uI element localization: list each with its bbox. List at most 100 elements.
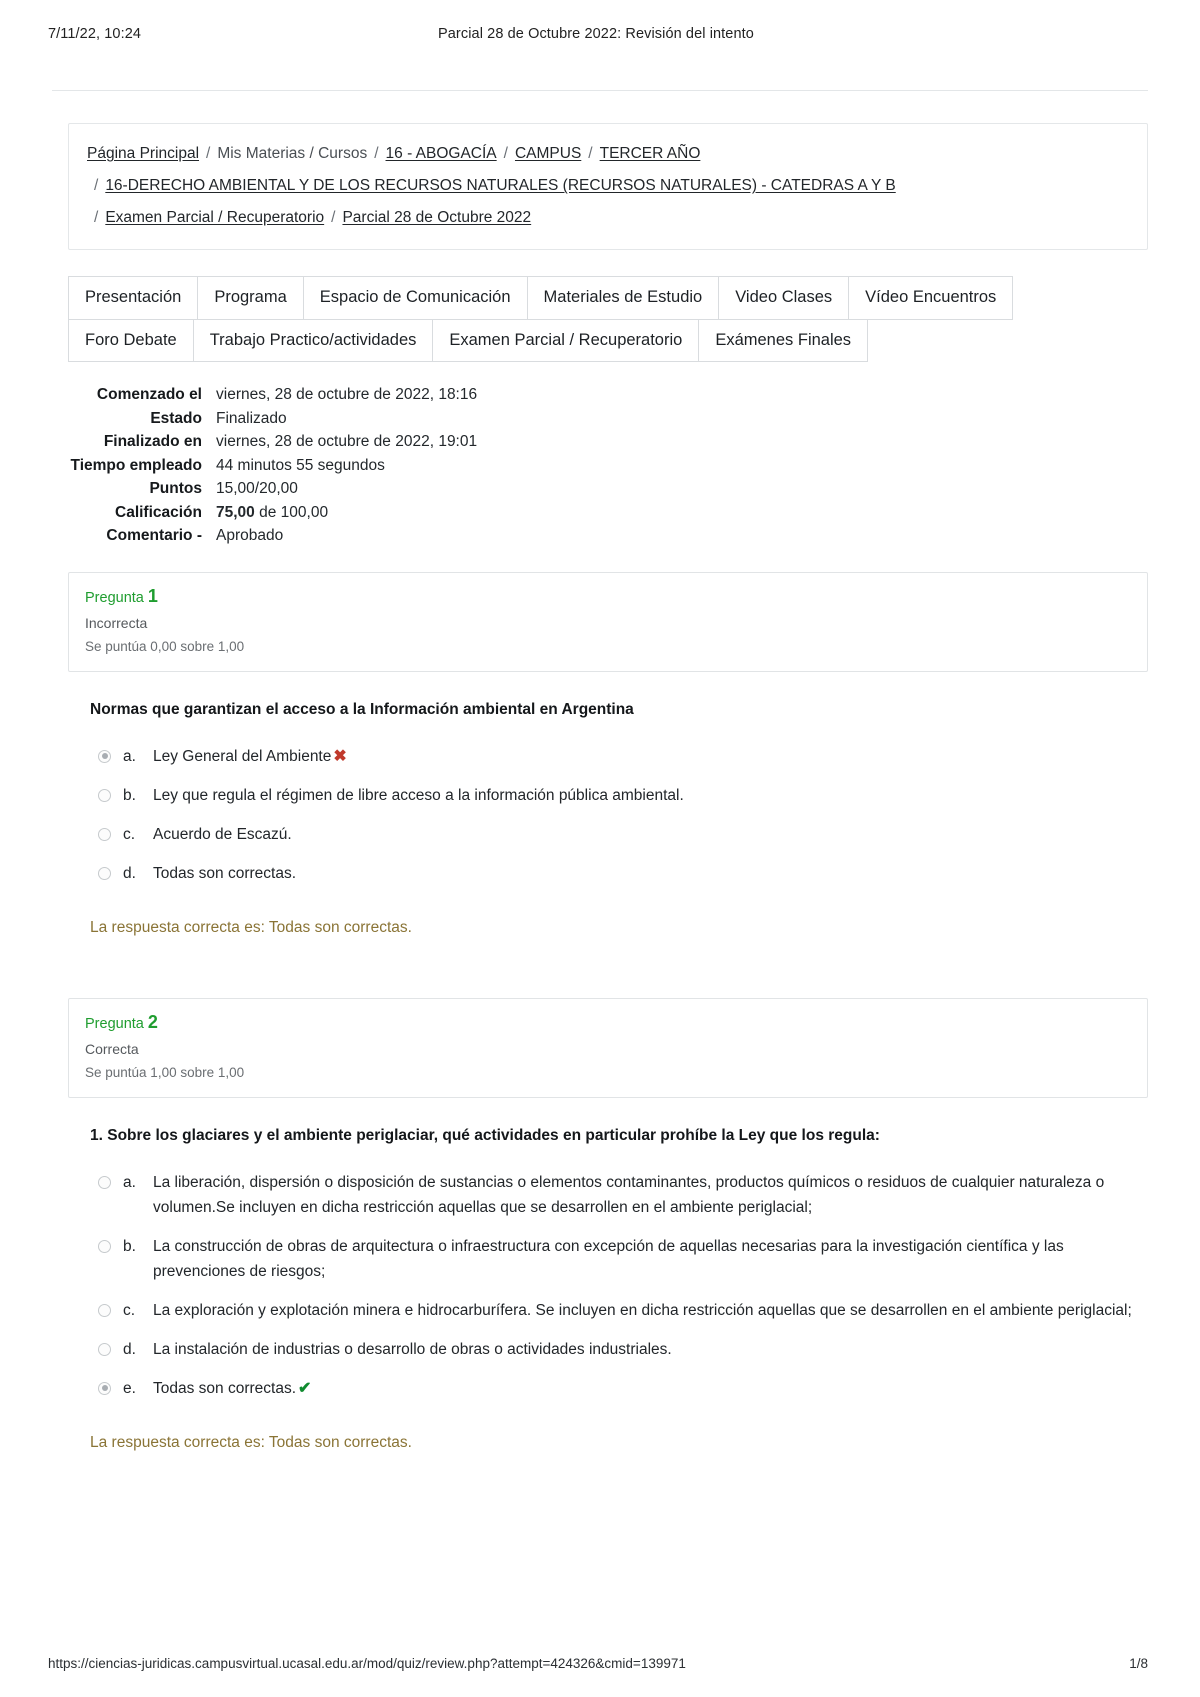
summary-value: 44 minutos 55 segundos	[216, 456, 385, 474]
answer-letter: a.	[123, 1173, 136, 1191]
footer-page-number: 1/8	[1129, 1656, 1148, 1671]
answer-text: La instalación de industrias o desarroll…	[153, 1337, 1148, 1362]
answer-letter: d.	[123, 864, 136, 882]
breadcrumb-separator: /	[588, 145, 593, 162]
question-spacer	[0, 940, 1200, 974]
print-title: Parcial 28 de Octubre 2022: Revisión del…	[438, 26, 754, 42]
print-date: 7/11/22, 10:24	[48, 26, 142, 42]
answer-option[interactable]: c. Acuerdo de Escazú.	[98, 822, 1148, 847]
breadcrumb-separator: /	[94, 177, 99, 194]
radio-button-icon[interactable]	[98, 866, 111, 880]
radio-button-icon[interactable]	[98, 1239, 111, 1253]
question-text-content: Normas que garantizan el acceso a la Inf…	[90, 700, 634, 718]
answer-letter: c.	[123, 1301, 136, 1319]
summary-label: Finalizado en	[103, 433, 202, 450]
answer-text-content: Todas son correctas.	[153, 864, 297, 882]
breadcrumb: Página Principal / Mis Materias / Cursos / 1…	[68, 123, 1148, 250]
answer-option[interactable]: b. La construcción de obras de arquitectu…	[98, 1234, 1148, 1284]
radio-button-icon[interactable]	[98, 1342, 111, 1356]
breadcrumb-link[interactable]: 16-DERECHO AMBIENTAL Y DE LOS RECURSOS N…	[105, 177, 895, 194]
breadcrumb-link[interactable]: Examen Parcial / Recuperatorio	[105, 209, 324, 226]
summary-row: Comenzado el viernes, 28 de octubre de 20…	[68, 383, 1148, 407]
summary-label: Comentario -	[106, 527, 202, 544]
answer-text-content: La exploración y explotación minera e hi…	[153, 1301, 1132, 1319]
summary-row: Calificación 75,00 de 100,00	[68, 501, 1148, 525]
summary-row: Tiempo empleado 44 minutos 55 segundos	[68, 454, 1148, 478]
questions-container: Pregunta 1 Incorrecta Se puntúa 0,00 sobre…	[0, 571, 1200, 1489]
quiz-review-page: 7/11/22, 10:24 Parcial 28 de Octubre 202…	[0, 0, 1200, 1697]
answer-letter: a.	[123, 747, 136, 765]
answer-letter: e.	[123, 1379, 136, 1397]
breadcrumb-link[interactable]: CAMPUS	[515, 145, 581, 162]
answer-option[interactable]: e. Todas son correctas. ✔	[98, 1376, 1148, 1401]
course-tab[interactable]: Video Clases	[718, 276, 850, 320]
attempt-summary: Comenzado el viernes, 28 de octubre de 20…	[68, 383, 1148, 548]
breadcrumb-link[interactable]: Parcial 28 de Octubre 2022	[342, 209, 531, 226]
print-footer: https://ciencias-juridicas.campusvirtual…	[0, 1656, 1200, 1671]
breadcrumb-line-1: Página Principal / Mis Materias / Cursos / 1…	[87, 138, 1129, 170]
course-tabs-row-1: Presentación Programa Espacio de Comunicac…	[68, 276, 1148, 320]
radio-button-icon[interactable]	[98, 1381, 111, 1395]
course-tab[interactable]: Foro Debate	[68, 318, 194, 362]
question-number: Pregunta 1	[85, 586, 1131, 608]
answer-text-content: Ley que regula el régimen de libre acces…	[153, 786, 684, 804]
answer-letter: b.	[123, 786, 136, 804]
question-number: Pregunta 2	[85, 1012, 1131, 1034]
breadcrumb-separator: /	[503, 145, 508, 162]
question-number-label: Pregunta	[85, 1015, 144, 1032]
answer-option[interactable]: b. Ley que regula el régimen de libre acc…	[98, 783, 1148, 808]
answer-text-content: La construcción de obras de arquitectura…	[153, 1237, 1064, 1280]
breadcrumb-link[interactable]: Página Principal	[87, 145, 199, 162]
breadcrumb-link[interactable]: 16 - ABOGACÍA	[386, 145, 497, 162]
answer-text: Todas son correctas.	[153, 861, 1148, 886]
summary-value: Aprobado	[216, 527, 284, 544]
print-header: 7/11/22, 10:24 Parcial 28 de Octubre 202…	[0, 0, 1200, 42]
answer-option[interactable]: d. Todas son correctas.	[98, 861, 1148, 886]
course-tab[interactable]: Exámenes Finales	[698, 318, 869, 362]
answer-text: Acuerdo de Escazú.	[153, 822, 1148, 847]
question-number-value: 2	[147, 1011, 158, 1032]
answer-option[interactable]: a. Ley General del Ambiente ✖	[98, 744, 1148, 769]
incorrect-mark-icon: ✖	[333, 747, 347, 765]
answer-text-content: Ley General del Ambiente	[153, 747, 332, 765]
course-tab[interactable]: Presentación	[68, 276, 199, 320]
answer-options: a. La liberación, dispersión o disposició…	[98, 1170, 1148, 1401]
breadcrumb-link[interactable]: TERCER AÑO	[600, 145, 701, 162]
radio-button-icon[interactable]	[98, 749, 111, 763]
summary-row: Finalizado en viernes, 28 de octubre de 2…	[68, 430, 1148, 454]
answer-text: La liberación, dispersión o disposición …	[153, 1170, 1148, 1220]
breadcrumb-line-2: / 16-DERECHO AMBIENTAL Y DE LOS RECURSOS …	[87, 170, 1129, 202]
question-text-prefix: 1.	[90, 1126, 108, 1144]
summary-label: Estado	[150, 409, 202, 427]
answer-text-content: La instalación de industrias o desarroll…	[153, 1340, 672, 1358]
course-tab[interactable]: Trabajo Practico/actividades	[192, 318, 434, 362]
question-text-content: Sobre los glaciares y el ambiente perigl…	[107, 1126, 880, 1144]
summary-label: Comenzado el	[96, 386, 202, 403]
course-tab[interactable]: Vídeo Encuentros	[848, 276, 1014, 320]
answer-letter: c.	[123, 825, 136, 843]
course-tab[interactable]: Espacio de Comunicación	[302, 276, 528, 320]
answer-text: La exploración y explotación minera e hi…	[153, 1298, 1148, 1323]
summary-row: Puntos 15,00/20,00	[68, 477, 1148, 501]
radio-button-icon[interactable]	[98, 1303, 111, 1317]
question-text: 1. Sobre los glaciares y el ambiente per…	[90, 1124, 1148, 1148]
summary-value-bold: 75,00	[216, 503, 255, 521]
summary-value: Finalizado	[216, 409, 287, 427]
correct-answer-feedback: La respuesta correcta es: Todas son corr…	[90, 1433, 412, 1451]
question-state: Correcta	[85, 1040, 139, 1057]
course-tabs-row-2: Foro Debate Trabajo Practico/actividades E…	[68, 318, 1148, 362]
course-tab[interactable]: Programa	[197, 276, 304, 320]
question-marks: Se puntúa 1,00 sobre 1,00	[85, 1064, 245, 1080]
radio-button-icon[interactable]	[98, 788, 111, 802]
answer-option[interactable]: a. La liberación, dispersión o disposició…	[98, 1170, 1148, 1220]
correct-answer-feedback: La respuesta correcta es: Todas son corr…	[90, 918, 412, 936]
course-tab[interactable]: Examen Parcial / Recuperatorio	[432, 318, 700, 362]
radio-button-icon[interactable]	[98, 1175, 111, 1189]
header-divider	[52, 90, 1148, 91]
question-body: 1. Sobre los glaciares y el ambiente per…	[90, 1124, 1148, 1401]
answer-option[interactable]: d. La instalación de industrias o desarro…	[98, 1337, 1148, 1362]
radio-button-icon[interactable]	[98, 827, 111, 841]
answer-option[interactable]: c. La exploración y explotación minera e …	[98, 1298, 1148, 1323]
course-tab[interactable]: Materiales de Estudio	[526, 276, 720, 320]
question-text: Normas que garantizan el acceso a la Inf…	[90, 698, 1148, 722]
